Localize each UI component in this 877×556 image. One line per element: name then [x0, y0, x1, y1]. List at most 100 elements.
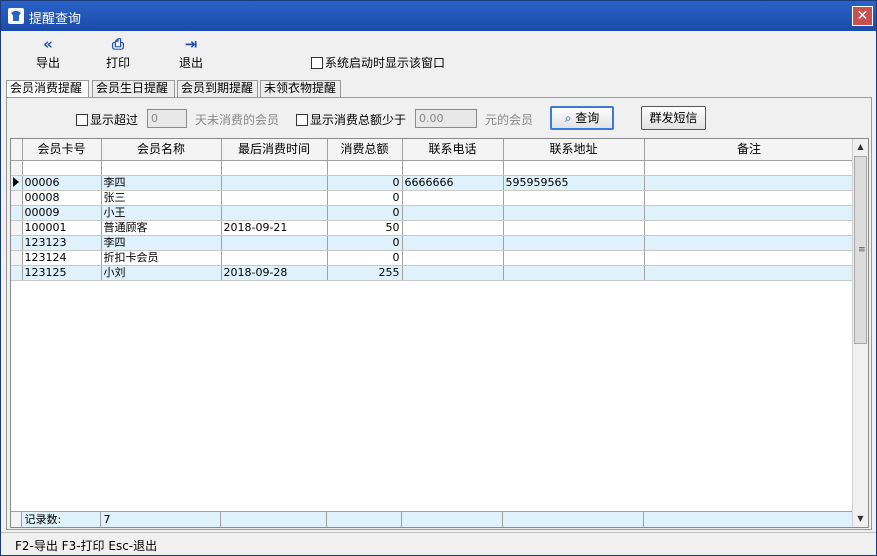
cell-phone[interactable] [402, 220, 504, 236]
checkbox-box[interactable] [296, 114, 308, 126]
cell-note[interactable] [644, 235, 855, 251]
cell-last[interactable]: 2018-09-21 [221, 220, 328, 236]
cell-card[interactable]: 00009 [22, 205, 102, 221]
cell-card[interactable]: 123125 [22, 265, 102, 281]
cell-last[interactable] [221, 250, 328, 266]
cell-address[interactable] [503, 190, 645, 206]
column-header[interactable]: 备注 [644, 139, 855, 161]
cell-name[interactable]: 折扣卡会员 [101, 250, 222, 266]
filter-cell[interactable] [402, 160, 504, 176]
days-filter-checkbox[interactable]: 显示超过 [76, 111, 138, 128]
filter-cell[interactable] [644, 160, 855, 176]
cell-address[interactable] [503, 205, 645, 221]
cell-address[interactable] [503, 250, 645, 266]
cell-last[interactable] [221, 175, 328, 191]
row-indicator [11, 265, 23, 281]
total-filter-checkbox[interactable]: 显示消费总额少于 [296, 111, 406, 128]
scroll-thumb[interactable]: ≡ [854, 156, 867, 344]
cell-name[interactable]: 小刘 [101, 265, 222, 281]
cell-address[interactable] [503, 265, 645, 281]
cell-address[interactable]: 595959565 [503, 175, 645, 191]
cell-phone[interactable] [402, 205, 504, 221]
checkbox-box[interactable] [311, 57, 323, 69]
cell-last[interactable]: 2018-09-28 [221, 265, 328, 281]
table-row[interactable]: 123124 折扣卡会员 0 [11, 250, 855, 266]
cell-card[interactable]: 123123 [22, 235, 102, 251]
startup-display-checkbox[interactable]: 系统启动时显示该窗口 [311, 54, 445, 71]
cell-phone[interactable] [402, 250, 504, 266]
cell-total[interactable]: 50 [327, 220, 403, 236]
cell-total[interactable]: 0 [327, 235, 403, 251]
cell-note[interactable] [644, 190, 855, 206]
cell-phone[interactable] [402, 190, 504, 206]
days-input[interactable]: 0 [147, 109, 187, 128]
filter-cell[interactable] [101, 160, 222, 176]
cell-card[interactable]: 100001 [22, 220, 102, 236]
cell-name[interactable]: 张三 [101, 190, 222, 206]
column-header[interactable]: 联系电话 [402, 139, 504, 161]
tab-consumption-reminder[interactable]: 会员消费提醒 [6, 80, 89, 98]
cell-name[interactable]: 普通顾客 [101, 220, 222, 236]
exit-button[interactable]: ⇥ 退出 [166, 36, 216, 74]
vertical-scrollbar[interactable]: ▲ ≡ ▼ [852, 139, 868, 527]
cell-address[interactable] [503, 235, 645, 251]
cell-phone[interactable]: 6666666 [402, 175, 504, 191]
filter-cell[interactable] [221, 160, 328, 176]
cell-last[interactable] [221, 190, 328, 206]
cell-address[interactable] [503, 220, 645, 236]
cell-card[interactable]: 123124 [22, 250, 102, 266]
scroll-down-arrow-icon[interactable]: ▼ [853, 511, 868, 527]
cell-phone[interactable] [402, 235, 504, 251]
tab-birthday-reminder[interactable]: 会员生日提醒 [92, 80, 175, 97]
cell-note[interactable] [644, 265, 855, 281]
cell-last[interactable] [221, 235, 328, 251]
cell-last[interactable] [221, 205, 328, 221]
cell-name[interactable]: 小王 [101, 205, 222, 221]
filter-cell[interactable] [503, 160, 645, 176]
table-row[interactable]: 00006 李四 0 6666666 595959565 [11, 175, 855, 191]
table-row[interactable]: 00009 小王 0 [11, 205, 855, 221]
group-sms-button[interactable]: 群发短信 [641, 106, 706, 130]
cell-name[interactable]: 李四 [101, 235, 222, 251]
column-header[interactable]: 消费总额 [327, 139, 403, 161]
column-header[interactable]: 最后消费时间 [221, 139, 328, 161]
checkbox-box[interactable] [76, 114, 88, 126]
footer-cell [401, 512, 504, 527]
cell-note[interactable] [644, 250, 855, 266]
column-header[interactable]: 会员名称 [101, 139, 222, 161]
print-button[interactable]: ⎙ 打印 [93, 36, 143, 74]
column-header[interactable]: 联系地址 [503, 139, 645, 161]
cell-phone[interactable] [402, 265, 504, 281]
query-button[interactable]: ⌕ 查询 [550, 106, 614, 130]
cell-note[interactable] [644, 175, 855, 191]
tab-unclaimed-clothes-reminder[interactable]: 未领衣物提醒 [260, 80, 341, 97]
filter-cell[interactable] [327, 160, 403, 176]
filter-bar: 显示超过 0 天未消费的会员 显示消费总额少于 0.00 元的会员 ⌕ 查询 群… [7, 98, 871, 138]
cell-name[interactable]: 李四 [101, 175, 222, 191]
cell-total[interactable]: 0 [327, 175, 403, 191]
cell-note[interactable] [644, 205, 855, 221]
cell-note[interactable] [644, 220, 855, 236]
table-row[interactable]: 123123 李四 0 [11, 235, 855, 251]
exit-door-icon: ⇥ [184, 35, 198, 53]
total-input[interactable]: 0.00 [415, 109, 477, 128]
filter-cell[interactable] [22, 160, 102, 176]
table-row[interactable]: 123125 小刘 2018-09-28 255 [11, 265, 855, 281]
table-row[interactable]: 100001 普通顾客 2018-09-21 50 [11, 220, 855, 236]
row-indicator [11, 175, 23, 191]
cell-card[interactable]: 00006 [22, 175, 102, 191]
close-button[interactable]: ✕ [852, 6, 873, 26]
cell-total[interactable]: 0 [327, 205, 403, 221]
cell-card[interactable]: 00008 [22, 190, 102, 206]
member-grid[interactable]: 会员卡号 会员名称 最后消费时间 消费总额 联系电话 联系地址 备注 00006… [10, 138, 869, 528]
table-row[interactable]: 00008 张三 0 [11, 190, 855, 206]
cell-total[interactable]: 255 [327, 265, 403, 281]
cell-total[interactable]: 0 [327, 250, 403, 266]
scroll-up-arrow-icon[interactable]: ▲ [853, 139, 868, 155]
column-header[interactable]: 会员卡号 [22, 139, 102, 161]
filter-row[interactable] [11, 160, 855, 176]
tab-expiry-reminder[interactable]: 会员到期提醒 [177, 80, 258, 97]
title-bar[interactable]: 提醒查询 ✕ [1, 1, 876, 31]
cell-total[interactable]: 0 [327, 190, 403, 206]
export-button[interactable]: « 导出 [23, 36, 73, 74]
